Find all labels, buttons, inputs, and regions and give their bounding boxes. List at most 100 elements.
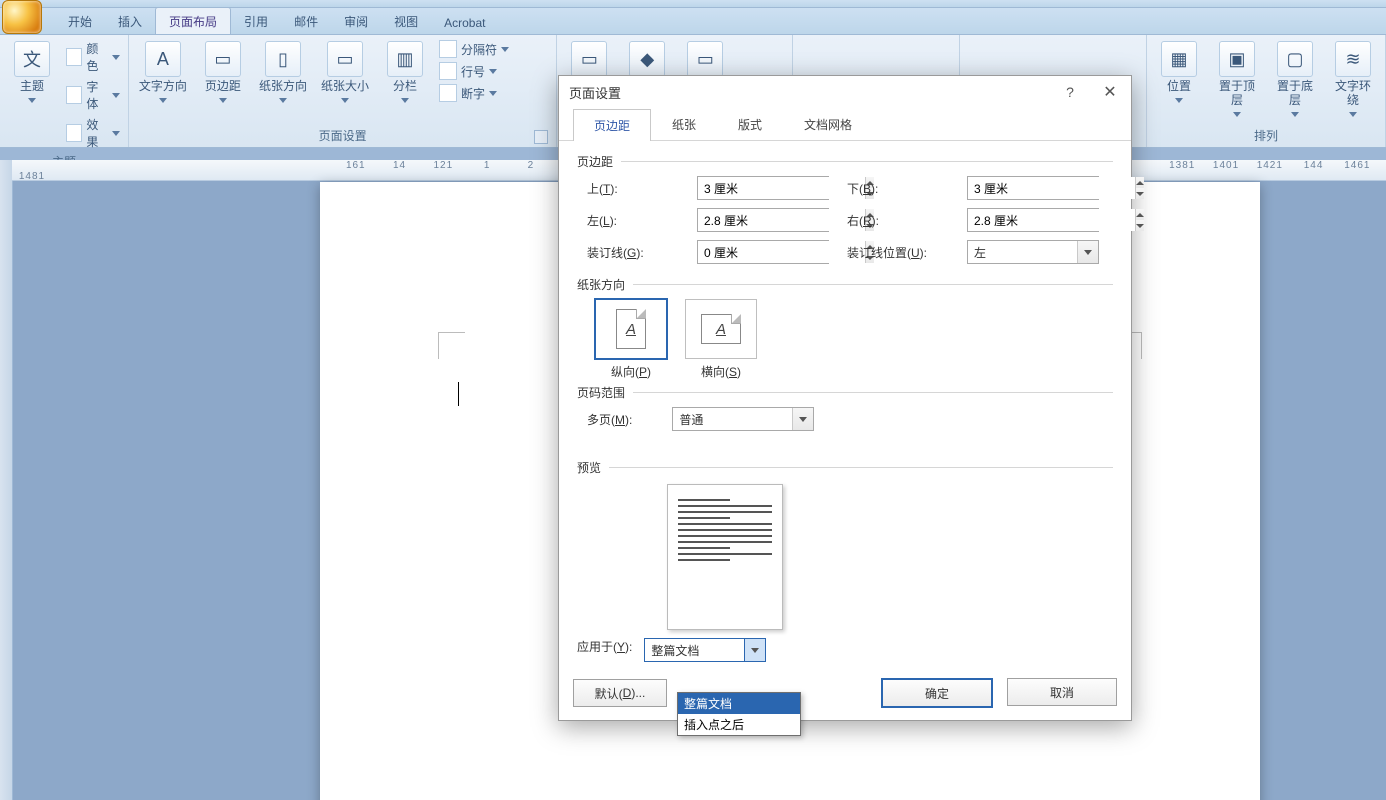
divider — [633, 284, 1113, 285]
gutter-spinner[interactable] — [697, 240, 829, 264]
spin-up-icon[interactable] — [1136, 177, 1144, 188]
top-margin-input[interactable] — [698, 177, 865, 199]
tab-acrobat[interactable]: Acrobat — [431, 11, 498, 34]
theme-fonts-button[interactable]: 字体 — [64, 77, 122, 113]
group-page-setup: A文字方向 ▭页边距 ▯纸张方向 ▭纸张大小 ▥分栏 分隔符 行号 断字 页面设… — [129, 35, 557, 147]
page-color-button[interactable]: ◆ — [621, 39, 673, 79]
text-wrap-label: 文字环绕 — [1331, 79, 1375, 107]
theme-colors-label: 颜色 — [86, 40, 108, 74]
multi-pages-label: 多页(M): — [587, 411, 632, 428]
spin-down-icon[interactable] — [1136, 188, 1144, 199]
tab-view[interactable]: 视图 — [381, 8, 431, 34]
chevron-down-icon — [112, 53, 120, 62]
chevron-down-icon — [489, 89, 498, 98]
size-button[interactable]: ▭ 纸张大小 — [317, 39, 373, 107]
watermark-icon: ▭ — [571, 41, 607, 77]
office-button[interactable] — [2, 0, 42, 34]
apply-to-combo[interactable]: 整篇文档 — [644, 638, 766, 662]
spin-up-icon[interactable] — [1136, 209, 1144, 220]
breaks-label: 分隔符 — [461, 41, 497, 58]
navigation-pane-strip[interactable] — [0, 160, 13, 800]
left-margin-input[interactable] — [698, 209, 865, 231]
chevron-down-icon — [400, 96, 409, 105]
position-icon: ▦ — [1161, 41, 1197, 77]
font-icon — [66, 86, 82, 104]
spin-down-icon[interactable] — [1136, 220, 1144, 231]
theme-colors-button[interactable]: 颜色 — [64, 39, 122, 75]
tab-insert[interactable]: 插入 — [105, 8, 155, 34]
ok-button[interactable]: 确定 — [881, 678, 993, 708]
chevron-down-icon — [218, 96, 227, 105]
group-arrange: ▦位置 ▣置于顶层 ▢置于底层 ≋文字环绕 排列 — [1147, 35, 1386, 147]
bring-front-button[interactable]: ▣置于顶层 — [1211, 39, 1263, 121]
orientation-portrait[interactable]: 纵向(P) — [595, 299, 667, 380]
page-borders-icon: ▭ — [687, 41, 723, 77]
apply-to-option-after-cursor[interactable]: 插入点之后 — [678, 714, 800, 735]
size-icon: ▭ — [327, 41, 363, 77]
dialog-tab-margins[interactable]: 页边距 — [573, 109, 651, 141]
dialog-tab-layout[interactable]: 版式 — [717, 108, 783, 140]
text-direction-button[interactable]: A文字方向 — [135, 39, 191, 107]
effects-icon — [66, 124, 82, 142]
left-margin-spinner[interactable] — [697, 208, 829, 232]
tab-references[interactable]: 引用 — [231, 8, 281, 34]
cancel-button[interactable]: 取消 — [1007, 678, 1117, 706]
bottom-margin-input[interactable] — [968, 177, 1135, 199]
hyphenation-icon — [439, 84, 457, 102]
group-themes: 文 主题 颜色 字体 效果 主题 — [0, 35, 129, 147]
orientation-button[interactable]: ▯纸张方向 — [255, 39, 311, 107]
dialog-tab-paper[interactable]: 纸张 — [651, 108, 717, 140]
chevron-down-icon[interactable] — [1077, 241, 1098, 263]
left-margin-label: 左(L): — [587, 212, 697, 229]
top-margin-spinner[interactable] — [697, 176, 829, 200]
hyphenation-button[interactable]: 断字 — [437, 83, 512, 103]
page-setup-dialog: 页面设置 ? ✕ 页边距 纸张 版式 文档网格 页边距 上(T): 下(B): … — [558, 75, 1132, 721]
watermark-button[interactable]: ▭ — [563, 39, 615, 79]
breaks-button[interactable]: 分隔符 — [437, 39, 512, 59]
tab-mailings[interactable]: 邮件 — [281, 8, 331, 34]
margins-button[interactable]: ▭页边距 — [197, 39, 249, 107]
position-button[interactable]: ▦位置 — [1153, 39, 1205, 107]
orientation-landscape[interactable]: 横向(S) — [685, 299, 757, 380]
page-borders-button[interactable]: ▭ — [679, 39, 731, 79]
columns-icon: ▥ — [387, 41, 423, 77]
chevron-down-icon[interactable] — [744, 639, 765, 661]
line-numbers-button[interactable]: 行号 — [437, 61, 512, 81]
page-setup-dialog-launcher[interactable] — [534, 130, 548, 144]
dialog-close-button[interactable]: ✕ — [1099, 82, 1121, 102]
columns-label: 分栏 — [393, 79, 417, 93]
text-wrap-button[interactable]: ≋文字环绕 — [1327, 39, 1379, 121]
right-margin-spinner[interactable] — [967, 208, 1099, 232]
divider — [621, 161, 1113, 162]
tab-home[interactable]: 开始 — [55, 8, 105, 34]
dialog-tab-grid[interactable]: 文档网格 — [783, 108, 873, 140]
gutter-position-combo[interactable]: 左 — [967, 240, 1099, 264]
dialog-help-button[interactable]: ? — [1059, 82, 1081, 102]
orientation-landscape-label: 横向(S) — [701, 363, 741, 380]
tab-page-layout[interactable]: 页面布局 — [155, 7, 231, 34]
chevron-down-icon[interactable] — [792, 408, 813, 430]
right-margin-input[interactable] — [968, 209, 1135, 231]
text-cursor — [458, 382, 459, 406]
bottom-margin-spinner[interactable] — [967, 176, 1099, 200]
apply-to-option-whole-doc[interactable]: 整篇文档 — [678, 693, 800, 714]
word-window: 开始 插入 页面布局 引用 邮件 审阅 视图 Acrobat 文 主题 颜色 字… — [0, 0, 1386, 800]
ruler-tick: 1381 — [1162, 160, 1202, 171]
send-back-icon: ▢ — [1277, 41, 1313, 77]
ruler-tick: 2 — [511, 160, 551, 171]
theme-fonts-label: 字体 — [86, 78, 108, 112]
dialog-titlebar[interactable]: 页面设置 ? ✕ — [559, 76, 1131, 108]
send-back-button[interactable]: ▢置于底层 — [1269, 39, 1321, 121]
multi-pages-combo[interactable]: 普通 — [672, 407, 814, 431]
default-button[interactable]: 默认(D)... — [573, 679, 667, 707]
gutter-input[interactable] — [698, 241, 865, 263]
orientation-portrait-label: 纵向(P) — [611, 363, 651, 380]
themes-button[interactable]: 文 主题 — [6, 39, 58, 107]
columns-button[interactable]: ▥ 分栏 — [379, 39, 431, 107]
gutter-position-value: 左 — [968, 241, 1077, 263]
theme-effects-button[interactable]: 效果 — [64, 115, 122, 151]
text-direction-label: 文字方向 — [139, 79, 187, 93]
tab-review[interactable]: 审阅 — [331, 8, 381, 34]
breaks-icon — [439, 40, 457, 58]
size-label: 纸张大小 — [321, 79, 369, 93]
